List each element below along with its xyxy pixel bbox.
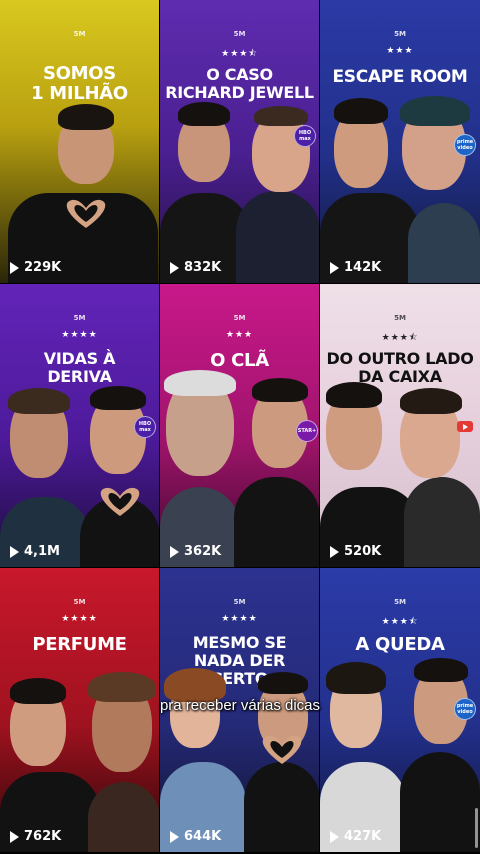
hbo-max-badge: HBO max bbox=[294, 125, 316, 147]
video-title: VIDAS À DERIVA bbox=[43, 349, 116, 386]
video-tile-somos-1-milhao[interactable]: 5M SOMOS 1 MILHÃO 229K bbox=[0, 0, 159, 283]
person2-hair bbox=[254, 106, 308, 126]
brand-logo: 5M bbox=[233, 598, 246, 606]
youtube-icon bbox=[457, 421, 473, 432]
view-count: 427K bbox=[330, 829, 381, 844]
video-caption: pra receber várias dicas bbox=[159, 697, 321, 714]
person-hair bbox=[178, 102, 230, 126]
play-icon bbox=[10, 545, 19, 558]
person2-hair bbox=[90, 386, 146, 410]
person2-torso bbox=[234, 477, 319, 567]
video-tile-do-outro-lado-da-caixa[interactable]: 5M ★★★⯪ DO OUTRO LADO DA CAIXA 520K bbox=[320, 284, 480, 567]
hbo-max-badge: HBO max bbox=[134, 416, 156, 438]
rating-stars: ★★★⯪ bbox=[221, 49, 258, 59]
play-icon bbox=[170, 545, 179, 558]
play-icon bbox=[170, 261, 179, 274]
video-title: A QUEDA bbox=[355, 634, 445, 655]
video-title: O CLÃ bbox=[210, 350, 269, 371]
person2-hair bbox=[258, 672, 308, 694]
brand-logo: 5M bbox=[233, 30, 246, 38]
brand-logo: 5M bbox=[394, 314, 406, 322]
play-icon bbox=[330, 830, 339, 843]
scrollbar[interactable] bbox=[475, 808, 478, 848]
person2-torso bbox=[236, 191, 319, 283]
view-count: 4,1M bbox=[10, 544, 60, 559]
rating-stars: ★★★⯪ bbox=[381, 333, 419, 343]
brand-logo: 5M bbox=[73, 314, 86, 322]
play-icon bbox=[10, 830, 19, 843]
person2-hair bbox=[400, 96, 470, 126]
person2-torso bbox=[400, 752, 480, 852]
video-title: DO OUTRO LADO DA CAIXA bbox=[326, 349, 474, 386]
person-hair bbox=[334, 98, 388, 124]
video-title: PERFUME bbox=[32, 634, 127, 655]
video-title: ESCAPE ROOM bbox=[332, 67, 468, 87]
person2-hair bbox=[400, 388, 462, 414]
view-count: 142K bbox=[330, 260, 381, 275]
brand-logo: 5M bbox=[394, 30, 406, 38]
heart-hands-icon bbox=[56, 196, 116, 230]
rating-stars: ★★★ bbox=[386, 46, 414, 56]
brand-logo: 5M bbox=[233, 314, 246, 322]
brand-logo: 5M bbox=[73, 30, 86, 38]
person-hair bbox=[326, 662, 386, 694]
heart-hands-icon bbox=[90, 484, 150, 518]
view-count: 229K bbox=[10, 260, 61, 275]
play-icon bbox=[330, 261, 339, 274]
view-count: 762K bbox=[10, 829, 61, 844]
person2-torso bbox=[88, 782, 159, 852]
prime-video-badge: prime video bbox=[454, 134, 476, 156]
view-count: 520K bbox=[330, 544, 381, 559]
video-title: SOMOS 1 MILHÃO bbox=[31, 63, 128, 104]
person2-torso bbox=[404, 477, 480, 567]
brand-logo: 5M bbox=[394, 598, 406, 606]
brand-logo: 5M bbox=[73, 598, 86, 606]
view-count: 362K bbox=[170, 544, 221, 559]
person2-torso bbox=[408, 203, 480, 283]
rating-stars: ★★★⯪ bbox=[381, 617, 419, 627]
video-title: O CASO RICHARD JEWELL bbox=[165, 65, 314, 102]
play-icon bbox=[170, 830, 179, 843]
play-icon bbox=[330, 545, 339, 558]
video-tile-o-caso-richard-jewell[interactable]: 5M ★★★⯪ O CASO RICHARD JEWELL HBO max 83… bbox=[160, 0, 319, 283]
view-count: 644K bbox=[170, 829, 221, 844]
rating-stars: ★★★ bbox=[225, 330, 254, 340]
video-tile-escape-room[interactable]: 5M ★★★ ESCAPE ROOM prime video 142K bbox=[320, 0, 480, 283]
person2-hair bbox=[414, 658, 468, 682]
person-hair bbox=[326, 382, 382, 408]
video-tile-vidas-a-deriva[interactable]: 5M ★★★★ VIDAS À DERIVA HBO max 4,1M bbox=[0, 284, 159, 567]
rating-stars: ★★★★ bbox=[61, 614, 98, 624]
person-hair bbox=[8, 388, 70, 414]
person2-torso bbox=[244, 762, 319, 852]
person-hair bbox=[58, 104, 114, 130]
play-icon bbox=[10, 261, 19, 274]
video-tile-o-cla[interactable]: 5M ★★★ O CLÃ STAR+ 362K bbox=[160, 284, 319, 567]
video-grid: 5M SOMOS 1 MILHÃO 229K 5M ★★★⯪ O CASO RI… bbox=[0, 0, 480, 854]
heart-hands-icon bbox=[252, 732, 312, 766]
view-count: 832K bbox=[170, 260, 221, 275]
person-hair bbox=[164, 370, 236, 396]
rating-stars: ★★★★ bbox=[61, 330, 98, 340]
rating-stars: ★★★★ bbox=[221, 614, 258, 624]
star-plus-badge: STAR+ bbox=[296, 420, 318, 442]
person2-hair bbox=[252, 378, 308, 402]
